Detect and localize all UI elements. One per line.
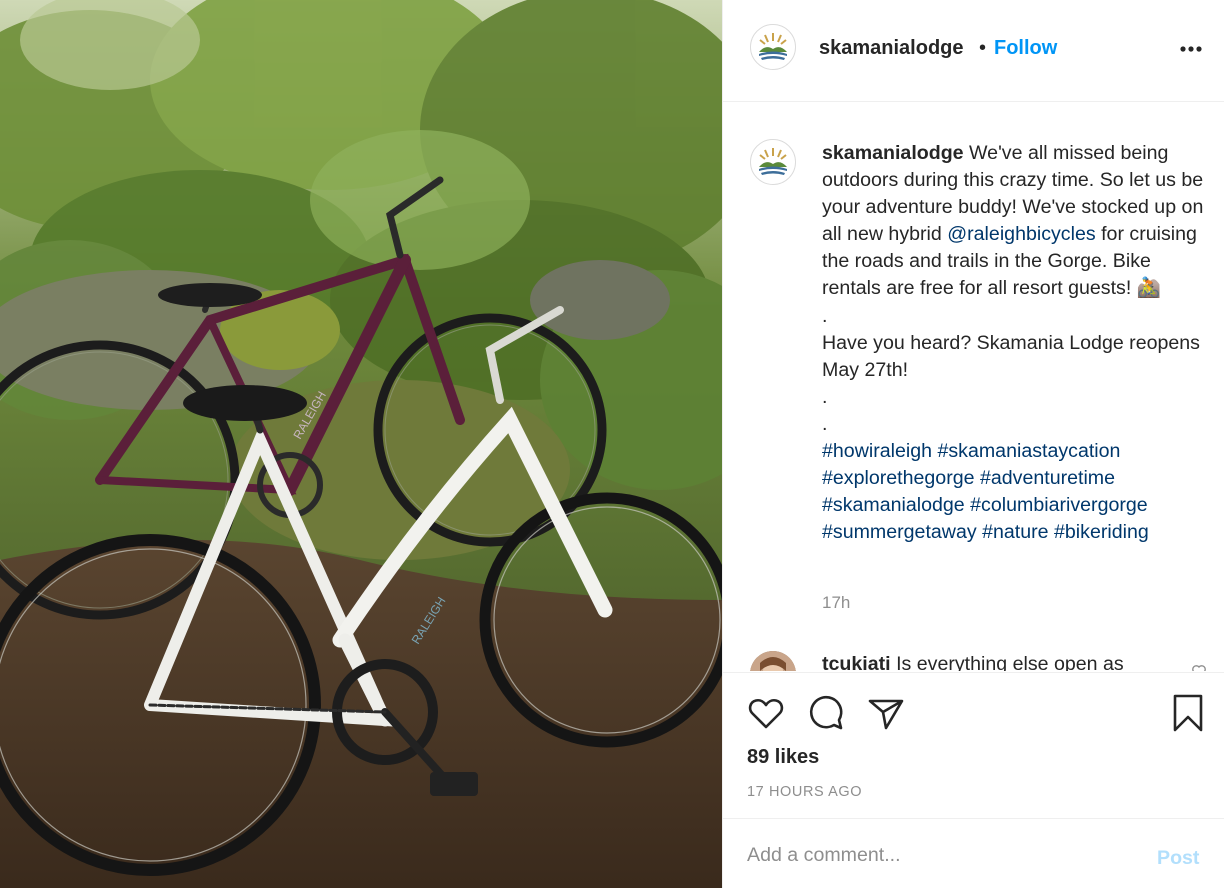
hashtag-link[interactable]: #nature — [982, 521, 1048, 543]
commenter-username[interactable]: tcukiati — [822, 653, 891, 671]
post-caption: skamanialodge We've all missed being out… — [822, 140, 1214, 546]
commenter-avatar[interactable] — [750, 651, 796, 671]
share-icon[interactable] — [866, 693, 906, 733]
caption-paragraph-2: Have you heard? Skamania Lodge reopens M… — [822, 331, 1200, 381]
bookmark-icon[interactable] — [1168, 693, 1208, 733]
post-comment-button[interactable]: Post — [1157, 847, 1199, 870]
more-horizontal-icon[interactable] — [1171, 39, 1211, 59]
person-avatar-icon — [750, 651, 796, 671]
post-actions: 89 likes 17 HOURS AGO — [723, 672, 1224, 818]
post-side-panel: skamanialodge • Follow skamanialodge We'… — [722, 0, 1224, 888]
post-header: skamanialodge • Follow — [723, 0, 1224, 102]
mention-link[interactable]: @raleighbicycles — [947, 223, 1095, 245]
caption-dot-1: . — [822, 304, 828, 327]
follow-button[interactable]: Follow — [994, 37, 1057, 60]
likes-count[interactable]: 89 likes — [747, 746, 819, 769]
header-separator: • — [979, 37, 987, 59]
sunrise-logo-icon — [751, 25, 795, 69]
comment-like-heart-icon[interactable] — [1191, 663, 1207, 671]
hashtag-link[interactable]: #summergetaway — [822, 521, 977, 543]
comments-list[interactable]: skamanialodge We've all missed being out… — [723, 103, 1224, 671]
header-username[interactable]: skamanialodge — [819, 37, 964, 60]
comment-input[interactable] — [747, 841, 1137, 869]
caption-paragraph-1: skamanialodge We've all missed being out… — [822, 140, 1214, 303]
post-timestamp[interactable]: 17 HOURS AGO — [747, 784, 862, 800]
heart-icon[interactable] — [746, 693, 786, 733]
bicycles-photo: RALEIGH RALEIGH — [0, 0, 722, 888]
hashtag-link[interactable]: #columbiarivergorge — [970, 494, 1148, 516]
comment-row: tcukiati Is everything else open as — [723, 649, 1224, 671]
caption-username[interactable]: skamanialodge — [822, 142, 964, 164]
caption-age[interactable]: 17h — [822, 593, 850, 613]
post-image[interactable]: RALEIGH RALEIGH — [0, 0, 722, 888]
comment-body: Is everything else open as — [896, 653, 1124, 671]
hashtag-link[interactable]: #bikeriding — [1054, 521, 1149, 543]
hashtag-link[interactable]: #howiraleigh — [822, 440, 932, 462]
caption-dot-2: . — [822, 385, 828, 408]
hashtag-link[interactable]: #adventuretime — [980, 467, 1115, 489]
sunrise-logo-icon — [751, 140, 795, 184]
caption-avatar[interactable] — [750, 139, 796, 185]
add-comment-bar: Post — [723, 818, 1224, 888]
skamanialodge-avatar[interactable] — [750, 24, 796, 70]
comment-text: tcukiati Is everything else open as — [822, 653, 1124, 671]
hashtag-link[interactable]: #skamanialodge — [822, 494, 965, 516]
comment-icon[interactable] — [806, 693, 846, 733]
hashtag-link[interactable]: #skamaniastaycation — [937, 440, 1120, 462]
hashtag-link[interactable]: #explorethegorge — [822, 467, 975, 489]
caption-dot-3: . — [822, 412, 828, 435]
hashtag-list: #howiraleigh #skamaniastaycation #explor… — [822, 438, 1214, 546]
